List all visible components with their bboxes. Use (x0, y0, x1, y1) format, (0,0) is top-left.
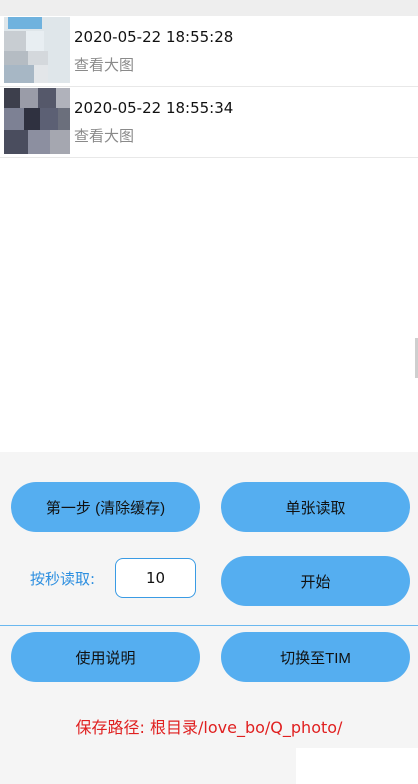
bottom-overlay (296, 748, 418, 784)
list-item[interactable]: 2020-05-22 18:55:34 查看大图 (0, 87, 418, 158)
clear-cache-button[interactable]: 第一步 (清除缓存) (11, 482, 200, 532)
record-timestamp: 2020-05-22 18:55:34 (74, 99, 234, 117)
seconds-input[interactable] (115, 558, 196, 598)
divider (0, 625, 418, 626)
switch-tim-button[interactable]: 切换至TIM (221, 632, 410, 682)
view-large-link[interactable]: 查看大图 (74, 125, 134, 146)
save-path-text: 保存路径: 根目录/love_bo/Q_photo/ (75, 718, 343, 737)
thumbnail-image[interactable] (4, 17, 70, 83)
view-large-link[interactable]: 查看大图 (74, 54, 134, 75)
single-read-button[interactable]: 单张读取 (221, 482, 410, 532)
control-panel: 第一步 (清除缓存) 单张读取 按秒读取: 开始 使用说明 切换至TIM 保存路… (0, 452, 418, 784)
thumbnail-image[interactable] (4, 88, 70, 154)
start-button[interactable]: 开始 (221, 556, 410, 606)
seconds-label: 按秒读取: (30, 570, 96, 588)
record-timestamp: 2020-05-22 18:55:28 (74, 28, 234, 46)
help-button[interactable]: 使用说明 (11, 632, 200, 682)
image-list: 2020-05-22 18:55:28 查看大图 2020-05-22 18:5… (0, 16, 418, 158)
list-item[interactable]: 2020-05-22 18:55:28 查看大图 (0, 16, 418, 87)
status-strip (0, 0, 418, 16)
